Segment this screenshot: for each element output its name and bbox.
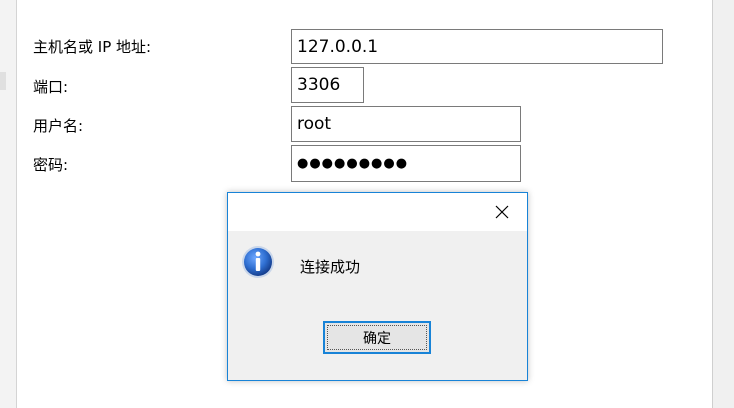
connection-settings-window: 主机名或 IP 地址: 127.0.0.1 端口: 3306 用户名: root… (0, 0, 734, 408)
left-window-edge (0, 0, 17, 408)
port-input[interactable]: 3306 (291, 67, 364, 103)
port-label: 端口: (33, 78, 69, 96)
dialog-titlebar (228, 193, 527, 231)
password-label: 密码: (33, 156, 69, 174)
message-dialog: 连接成功 确定 (227, 192, 528, 381)
close-icon (495, 205, 509, 219)
dialog-message: 连接成功 (300, 258, 361, 276)
password-input[interactable]: ●●●●●●●●● (291, 145, 521, 182)
username-label: 用户名: (33, 117, 84, 135)
host-label: 主机名或 IP 地址: (33, 38, 152, 56)
ok-button[interactable]: 确定 (323, 321, 431, 354)
host-input[interactable]: 127.0.0.1 (291, 29, 663, 64)
dialog-close-button[interactable] (487, 197, 517, 227)
window-scrollbar[interactable] (712, 0, 734, 408)
left-edge-tab (0, 72, 6, 90)
username-input[interactable]: root (291, 106, 521, 142)
info-icon (242, 246, 274, 278)
